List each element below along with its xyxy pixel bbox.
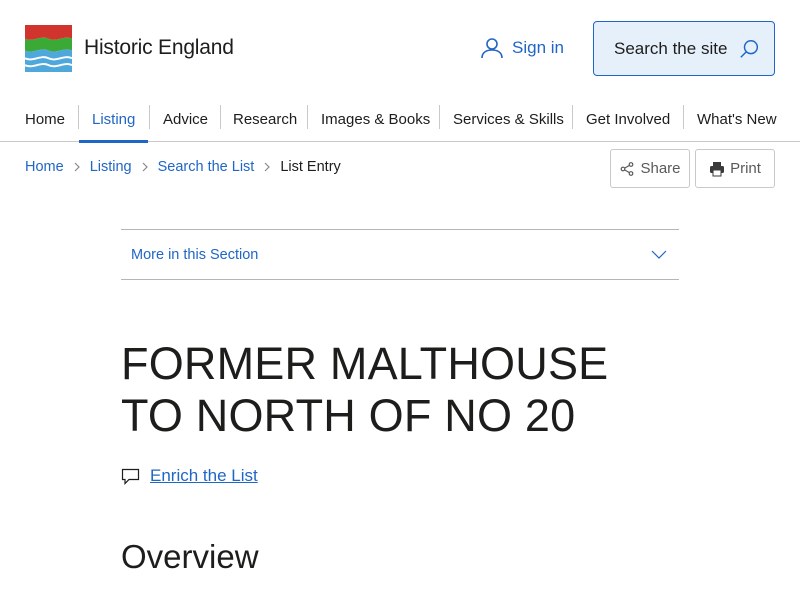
sign-in-link[interactable]: Sign in: [480, 36, 564, 60]
breadcrumb: Home Listing Search the List List Entry: [25, 157, 341, 177]
enrich-the-list-link[interactable]: Enrich the List: [121, 466, 258, 486]
nav-divider: [149, 105, 150, 129]
historic-england-logo-icon: [25, 25, 72, 72]
nav-item-get-involved[interactable]: Get Involved: [586, 96, 670, 142]
search-site-button[interactable]: Search the site: [593, 21, 775, 76]
print-label: Print: [730, 160, 761, 177]
breadcrumb-search-the-list[interactable]: Search the List: [158, 159, 255, 175]
more-in-section-toggle[interactable]: More in this Section: [121, 229, 679, 280]
sign-in-label: Sign in: [512, 38, 564, 57]
nav-divider: [683, 105, 684, 129]
search-icon: [740, 39, 759, 58]
nav-item-services-skills[interactable]: Services & Skills: [453, 96, 564, 142]
site-logo[interactable]: Historic England: [25, 25, 234, 72]
chevron-right-icon: [132, 162, 158, 172]
chevron-right-icon: [254, 162, 280, 172]
nav-item-home[interactable]: Home: [25, 96, 65, 142]
nav-divider: [78, 105, 79, 129]
nav-item-listing[interactable]: Listing: [78, 96, 149, 143]
nav-divider: [439, 105, 440, 129]
share-label: Share: [640, 160, 681, 177]
nav-item-research[interactable]: Research: [233, 96, 297, 142]
search-label: Search the site: [614, 38, 728, 58]
more-in-section-label: More in this Section: [131, 246, 259, 263]
nav-divider: [307, 105, 308, 129]
logo-text: Historic England: [84, 36, 234, 59]
share-icon: [621, 161, 634, 176]
page-title: FORMER MALTHOUSE TO NORTH OF NO 20: [121, 338, 609, 441]
nav-item-whats-new[interactable]: What's New: [697, 96, 777, 142]
enrich-label: Enrich the List: [150, 466, 258, 485]
chevron-right-icon: [64, 162, 90, 172]
overview-heading: Overview: [121, 538, 259, 575]
nav-divider: [220, 105, 221, 129]
user-icon: [481, 38, 503, 59]
chevron-down-icon: [651, 250, 667, 259]
nav-item-advice[interactable]: Advice: [163, 96, 208, 142]
main-navigation: Home Listing Advice Research Images & Bo…: [0, 96, 800, 143]
printer-icon: [710, 161, 725, 176]
breadcrumb-listing[interactable]: Listing: [90, 159, 132, 175]
breadcrumb-home[interactable]: Home: [25, 159, 64, 175]
print-button[interactable]: Print: [695, 149, 775, 188]
nav-divider: [572, 105, 573, 129]
share-button[interactable]: Share: [610, 149, 690, 188]
nav-item-images-books[interactable]: Images & Books: [321, 96, 430, 142]
breadcrumb-list-entry: List Entry: [280, 159, 341, 175]
comment-icon: [121, 468, 140, 485]
